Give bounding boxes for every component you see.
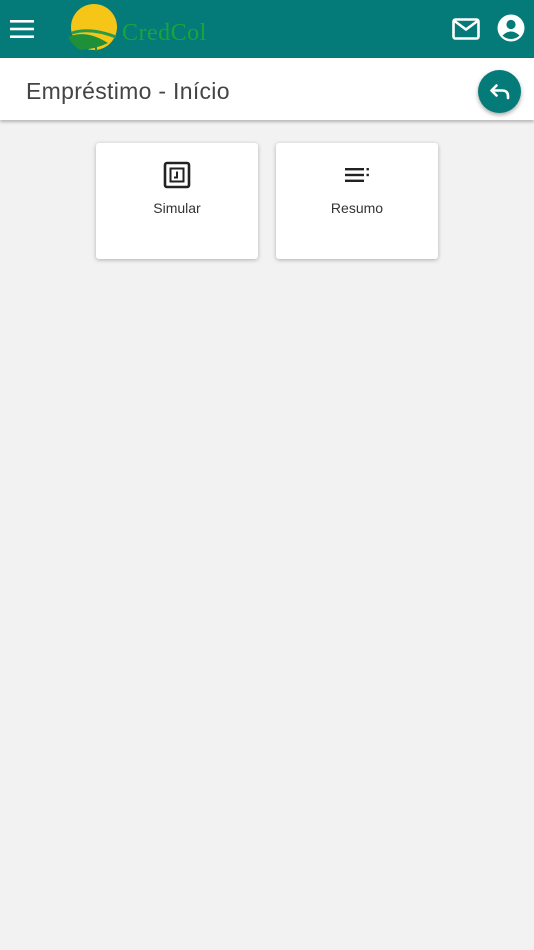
mail-icon: [452, 18, 480, 40]
list-summary-icon: [343, 161, 371, 189]
account-circle-icon: [497, 14, 525, 42]
top-app-bar: CredCol: [0, 0, 534, 58]
hamburger-menu-icon: [10, 20, 34, 38]
mail-button[interactable]: [450, 14, 482, 44]
page-title: Empréstimo - Início: [26, 78, 230, 104]
simulate-icon: [163, 161, 191, 189]
brand-name: CredCol: [122, 20, 207, 46]
summary-card[interactable]: Resumo: [276, 143, 438, 259]
account-button[interactable]: [496, 13, 526, 43]
simulate-card[interactable]: Simular: [96, 143, 258, 259]
brand-logo: CredCol: [66, 3, 230, 55]
menu-button[interactable]: [8, 15, 36, 43]
page-header: Empréstimo - Início: [0, 58, 534, 120]
summary-card-label: Resumo: [330, 200, 384, 216]
back-button[interactable]: [478, 70, 521, 113]
sun-logo-icon: [68, 4, 117, 51]
undo-icon: [489, 83, 509, 99]
simulate-card-label: Simular: [153, 200, 201, 216]
